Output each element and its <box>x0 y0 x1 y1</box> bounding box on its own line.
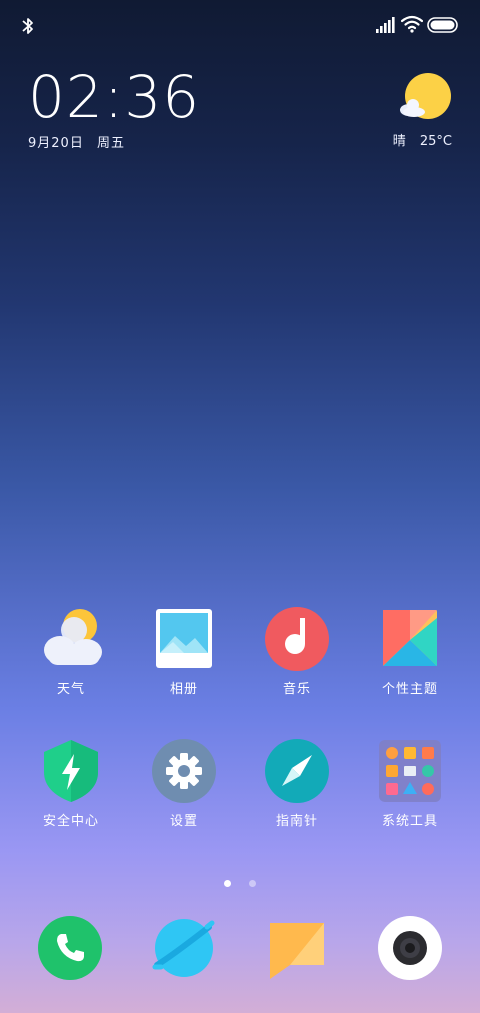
clock-date: 9月20日 周五 <box>28 132 248 151</box>
app-label: 天气 <box>56 682 85 697</box>
app-themes[interactable]: 个性主题 <box>354 606 466 706</box>
clock-time: 02:36 <box>28 63 201 131</box>
folder-icon <box>377 738 443 804</box>
app-label: 系统工具 <box>381 814 438 829</box>
page-indicator <box>0 872 480 887</box>
dock-camera-app[interactable] <box>377 915 443 981</box>
app-label: 个性主题 <box>381 682 438 697</box>
weekday-text: 周五 <box>96 136 125 151</box>
clock-widget[interactable]: 02:36 9月20日 周五 <box>28 64 248 164</box>
gallery-icon <box>151 606 217 672</box>
music-icon <box>264 606 330 672</box>
app-folder-system-tools[interactable]: 系统工具 <box>354 738 466 838</box>
browser-icon <box>152 919 215 977</box>
settings-icon <box>151 738 217 804</box>
app-compass[interactable]: 指南针 <box>241 738 353 838</box>
app-music[interactable]: 音乐 <box>241 606 353 706</box>
app-security[interactable]: 安全中心 <box>15 738 127 838</box>
app-label: 设置 <box>169 814 198 829</box>
signal-icon <box>376 17 395 33</box>
page-dot-active <box>224 880 232 887</box>
app-gallery[interactable]: 相册 <box>128 606 240 706</box>
date-text: 9月20日 <box>28 136 84 151</box>
weather-icon <box>38 606 104 672</box>
bluetooth-icon <box>22 18 33 34</box>
dock-browser-app[interactable] <box>151 915 217 981</box>
compass-icon <box>264 738 330 804</box>
page-dot <box>248 880 256 887</box>
security-icon <box>38 738 104 804</box>
weather-text: 晴 25°C <box>383 130 452 149</box>
app-label: 相册 <box>169 682 198 697</box>
wifi-icon <box>401 15 423 33</box>
messages-icon <box>270 923 324 979</box>
status-bar <box>0 0 480 52</box>
app-label: 指南针 <box>275 814 318 829</box>
dock-phone-app[interactable] <box>37 915 103 981</box>
app-settings[interactable]: 设置 <box>128 738 240 838</box>
app-weather[interactable]: 天气 <box>15 606 127 706</box>
weather-condition: 晴 <box>392 134 406 149</box>
sun-cloud-icon <box>400 73 451 119</box>
weather-widget[interactable]: 晴 25°C <box>342 72 452 162</box>
app-label: 安全中心 <box>42 814 99 829</box>
app-label: 音乐 <box>282 682 311 697</box>
dock-messages-app[interactable] <box>264 915 330 981</box>
camera-icon <box>378 916 442 980</box>
phone-icon <box>38 916 102 980</box>
weather-temperature: 25°C <box>419 134 452 149</box>
battery-icon <box>427 17 458 33</box>
themes-icon <box>377 606 443 672</box>
